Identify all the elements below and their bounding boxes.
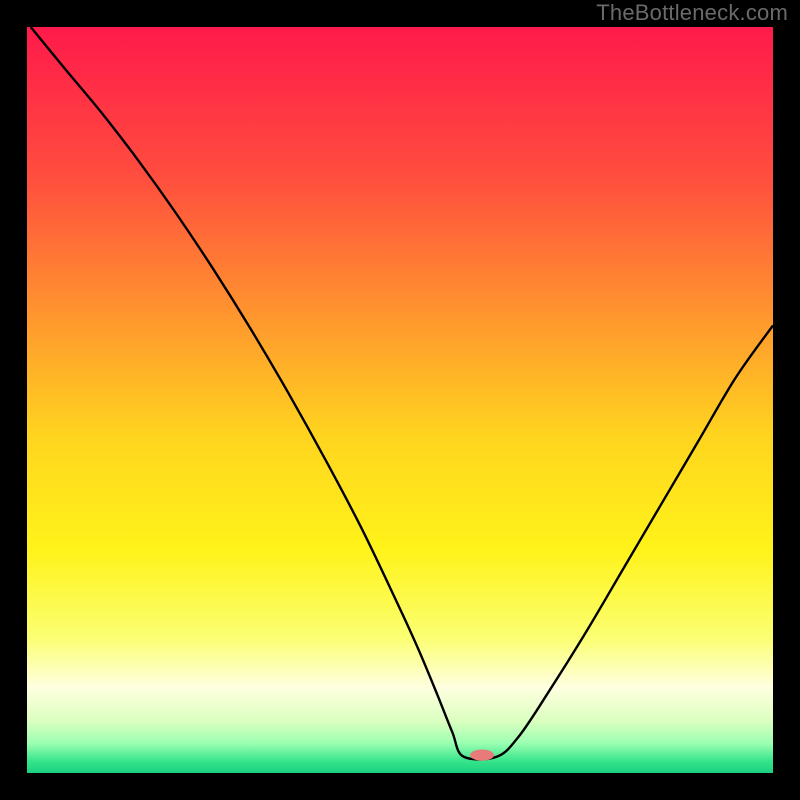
watermark-label: TheBottleneck.com — [596, 0, 788, 26]
bottleneck-chart — [0, 0, 800, 800]
plot-background — [27, 27, 773, 773]
chart-frame: TheBottleneck.com — [0, 0, 800, 800]
optimal-marker — [470, 750, 494, 761]
